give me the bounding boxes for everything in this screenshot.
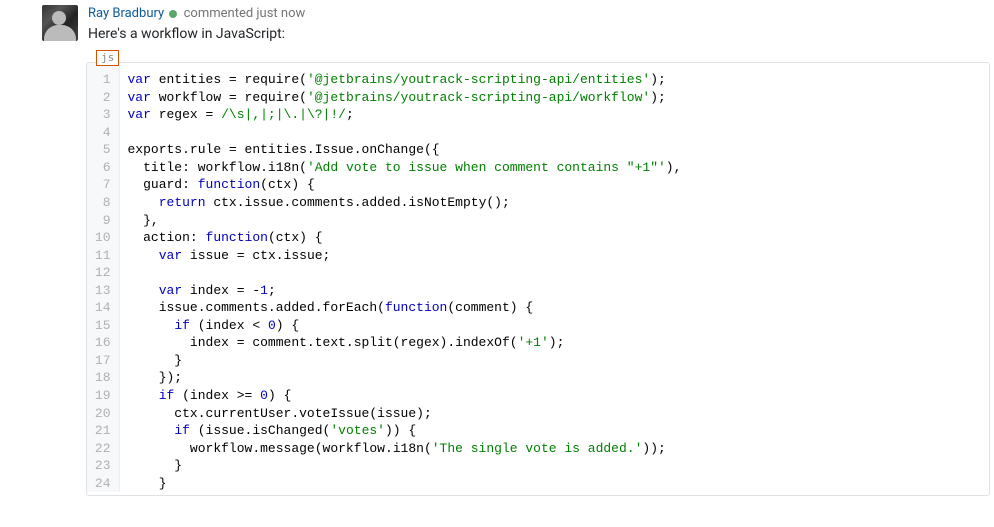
code-content[interactable] bbox=[119, 124, 989, 142]
avatar[interactable] bbox=[42, 5, 78, 41]
line-number: 1 bbox=[87, 63, 119, 89]
line-number: 16 bbox=[87, 334, 119, 352]
code-line: 15 if (index < 0) { bbox=[87, 317, 989, 335]
line-number: 5 bbox=[87, 141, 119, 159]
line-number: 9 bbox=[87, 212, 119, 230]
code-line: 11 var issue = ctx.issue; bbox=[87, 247, 989, 265]
line-number: 23 bbox=[87, 457, 119, 475]
code-content[interactable]: var workflow = require('@jetbrains/youtr… bbox=[119, 89, 989, 107]
lang-tag[interactable]: js bbox=[96, 50, 119, 66]
comment-text: Here's a workflow in JavaScript: bbox=[88, 26, 990, 42]
line-number: 20 bbox=[87, 405, 119, 423]
comment-timestamp: commented just now bbox=[184, 6, 306, 21]
code-content[interactable]: exports.rule = entities.Issue.onChange({ bbox=[119, 141, 989, 159]
code-line: 16 index = comment.text.split(regex).ind… bbox=[87, 334, 989, 352]
code-line: 9 }, bbox=[87, 212, 989, 230]
line-number: 19 bbox=[87, 387, 119, 405]
code-content[interactable]: } bbox=[119, 352, 989, 370]
code-line: 20 ctx.currentUser.voteIssue(issue); bbox=[87, 405, 989, 423]
line-number: 3 bbox=[87, 106, 119, 124]
code-scroll-area[interactable]: 1var entities = require('@jetbrains/yout… bbox=[86, 62, 990, 496]
code-table: 1var entities = require('@jetbrains/yout… bbox=[87, 63, 989, 492]
code-content[interactable]: workflow.message(workflow.i18n('The sing… bbox=[119, 440, 989, 458]
comment-body: Ray Bradbury commented just now Here's a… bbox=[88, 5, 990, 42]
code-line: 2var workflow = require('@jetbrains/yout… bbox=[87, 89, 989, 107]
line-number: 15 bbox=[87, 317, 119, 335]
line-number: 2 bbox=[87, 89, 119, 107]
line-number: 22 bbox=[87, 440, 119, 458]
code-content[interactable]: issue.comments.added.forEach(function(co… bbox=[119, 299, 989, 317]
code-line: 17 } bbox=[87, 352, 989, 370]
code-line: 23 } bbox=[87, 457, 989, 475]
code-line: 6 title: workflow.i18n('Add vote to issu… bbox=[87, 159, 989, 177]
code-block: js 1var entities = require('@jetbrains/y… bbox=[86, 62, 990, 496]
code-line: 24 } bbox=[87, 475, 989, 493]
code-content[interactable]: if (index < 0) { bbox=[119, 317, 989, 335]
code-line: 12 bbox=[87, 264, 989, 282]
code-line: 3var regex = /\s|,|;|\.|\?|!/; bbox=[87, 106, 989, 124]
code-content[interactable]: return ctx.issue.comments.added.isNotEmp… bbox=[119, 194, 989, 212]
code-content[interactable]: } bbox=[119, 475, 989, 493]
code-line: 4 bbox=[87, 124, 989, 142]
comment-meta: Ray Bradbury commented just now bbox=[88, 5, 990, 23]
code-content[interactable]: if (index >= 0) { bbox=[119, 387, 989, 405]
line-number: 8 bbox=[87, 194, 119, 212]
code-line: 5exports.rule = entities.Issue.onChange(… bbox=[87, 141, 989, 159]
code-content[interactable]: }, bbox=[119, 212, 989, 230]
code-line: 22 workflow.message(workflow.i18n('The s… bbox=[87, 440, 989, 458]
line-number: 17 bbox=[87, 352, 119, 370]
code-content[interactable] bbox=[119, 264, 989, 282]
code-content[interactable]: index = comment.text.split(regex).indexO… bbox=[119, 334, 989, 352]
code-line: 13 var index = -1; bbox=[87, 282, 989, 300]
code-content[interactable]: ctx.currentUser.voteIssue(issue); bbox=[119, 405, 989, 423]
line-number: 4 bbox=[87, 124, 119, 142]
code-content[interactable]: } bbox=[119, 457, 989, 475]
line-number: 24 bbox=[87, 475, 119, 493]
code-content[interactable]: var issue = ctx.issue; bbox=[119, 247, 989, 265]
line-number: 18 bbox=[87, 369, 119, 387]
code-line: 1var entities = require('@jetbrains/yout… bbox=[87, 63, 989, 89]
code-line: 19 if (index >= 0) { bbox=[87, 387, 989, 405]
code-line: 10 action: function(ctx) { bbox=[87, 229, 989, 247]
code-line: 14 issue.comments.added.forEach(function… bbox=[87, 299, 989, 317]
line-number: 6 bbox=[87, 159, 119, 177]
online-status-icon bbox=[169, 10, 177, 18]
comment: Ray Bradbury commented just now Here's a… bbox=[0, 0, 994, 42]
code-content[interactable]: title: workflow.i18n('Add vote to issue … bbox=[119, 159, 989, 177]
code-content[interactable]: var entities = require('@jetbrains/youtr… bbox=[119, 63, 989, 89]
code-content[interactable]: if (issue.isChanged('votes')) { bbox=[119, 422, 989, 440]
line-number: 12 bbox=[87, 264, 119, 282]
line-number: 13 bbox=[87, 282, 119, 300]
code-content[interactable]: action: function(ctx) { bbox=[119, 229, 989, 247]
line-number: 14 bbox=[87, 299, 119, 317]
code-content[interactable]: var index = -1; bbox=[119, 282, 989, 300]
code-content[interactable]: guard: function(ctx) { bbox=[119, 176, 989, 194]
code-content[interactable]: var regex = /\s|,|;|\.|\?|!/; bbox=[119, 106, 989, 124]
code-line: 18 }); bbox=[87, 369, 989, 387]
line-number: 21 bbox=[87, 422, 119, 440]
line-number: 10 bbox=[87, 229, 119, 247]
code-line: 8 return ctx.issue.comments.added.isNotE… bbox=[87, 194, 989, 212]
author-link[interactable]: Ray Bradbury bbox=[88, 6, 164, 21]
code-content[interactable]: }); bbox=[119, 369, 989, 387]
code-line: 21 if (issue.isChanged('votes')) { bbox=[87, 422, 989, 440]
code-line: 7 guard: function(ctx) { bbox=[87, 176, 989, 194]
line-number: 11 bbox=[87, 247, 119, 265]
line-number: 7 bbox=[87, 176, 119, 194]
